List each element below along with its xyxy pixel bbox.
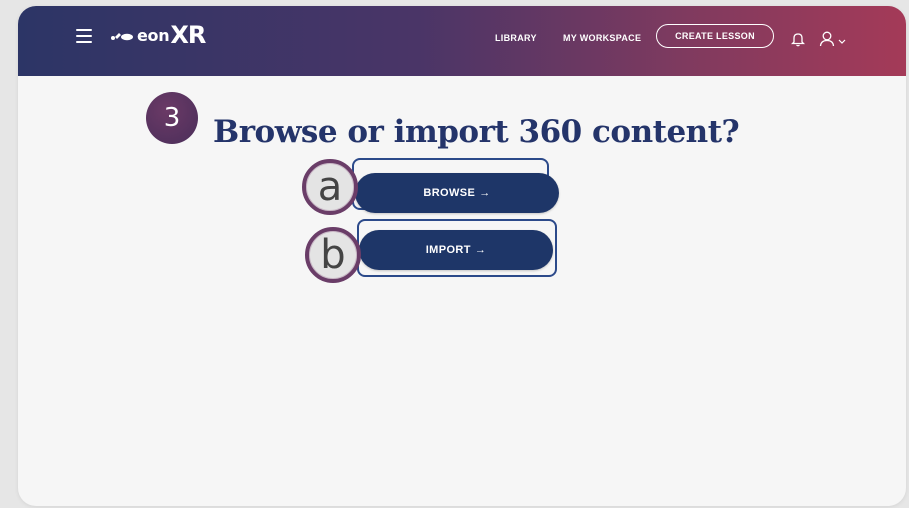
page-heading: Browse or import 360 content? <box>213 114 740 150</box>
arrow-right-icon: → <box>479 187 491 199</box>
top-navigation-bar: eon XR LIBRARY MY WORKSPACE CREATE LESSO… <box>18 6 906 76</box>
step-number-badge: 3 <box>146 92 198 144</box>
menu-icon[interactable] <box>76 29 92 43</box>
create-lesson-button[interactable]: CREATE LESSON <box>656 24 774 48</box>
option-a-badge: a <box>302 159 358 215</box>
app-window: eon XR LIBRARY MY WORKSPACE CREATE LESSO… <box>18 6 906 506</box>
option-b-badge: b <box>305 227 361 283</box>
user-icon <box>819 31 835 47</box>
bell-icon <box>790 33 806 47</box>
import-button-label: IMPORT <box>425 244 471 256</box>
nav-my-workspace-link[interactable]: MY WORKSPACE <box>563 33 641 43</box>
nav-library-link[interactable]: LIBRARY <box>495 33 537 43</box>
user-menu-button[interactable] <box>819 30 846 52</box>
arrow-right-icon: → <box>474 244 487 256</box>
browse-button-label: BROWSE <box>423 187 476 199</box>
import-button[interactable]: IMPORT → <box>359 230 553 270</box>
browse-button[interactable]: BROWSE → <box>355 173 559 213</box>
logo-text: eon <box>137 25 170 45</box>
eon-logo-icon <box>111 33 133 41</box>
chevron-down-icon <box>838 39 846 44</box>
logo-xr-text: XR <box>170 21 206 49</box>
eonxr-logo[interactable]: eon XR <box>110 20 206 50</box>
notifications-button[interactable] <box>790 32 806 52</box>
